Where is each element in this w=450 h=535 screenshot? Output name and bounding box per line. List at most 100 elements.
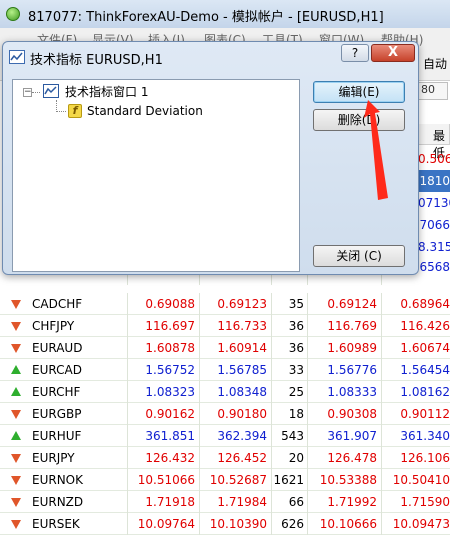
high-cell: 116.769 — [308, 315, 382, 337]
custom-indicator-icon: f — [68, 104, 82, 118]
high-cell: 1.56776 — [308, 359, 382, 381]
low-cell: 126.106 — [400, 451, 450, 465]
symbol-label: EURCHF — [32, 385, 81, 399]
arrow-down-icon — [11, 322, 21, 331]
table-row[interactable]: EURGBP 0.90162 0.90180 18 0.90308 0.90112 — [0, 403, 450, 425]
table-row[interactable]: EURCHF 1.08323 1.08348 25 1.08333 1.08162 — [0, 381, 450, 403]
symbol-cell: EURJPY — [0, 447, 128, 469]
symbol-label: EURCAD — [32, 363, 82, 377]
app-logo-icon — [6, 7, 20, 21]
symbol-cell: EURCHF — [0, 381, 128, 403]
high-cell: 1.60989 — [308, 337, 382, 359]
spread-cell: 20 — [272, 447, 308, 469]
arrow-up-icon — [11, 431, 21, 440]
low-cell: 1.71590 — [400, 495, 450, 509]
bid-cell: 1.56752 — [128, 359, 200, 381]
auto-trading-button[interactable]: 自动 — [423, 55, 447, 72]
tree-connector — [56, 111, 66, 112]
symbol-cell: EURCAD — [0, 359, 128, 381]
spread-cell: 626 — [272, 513, 308, 535]
low-cell: 116.426 — [400, 319, 450, 333]
arrow-down-icon — [11, 410, 21, 419]
symbol-cell-inner: EURAUD — [11, 337, 127, 359]
ask-cell: 1.56785 — [200, 359, 272, 381]
symbol-cell-inner: EURNZD — [11, 491, 127, 513]
low-cell: 1.08162 — [400, 385, 450, 399]
symbol-label: EURGBP — [32, 407, 82, 421]
bid-cell: 126.432 — [128, 447, 200, 469]
low-cell: 1.56454 — [400, 363, 450, 377]
high-cell: 1.08333 — [308, 381, 382, 403]
table-row[interactable]: EURNOK 10.51066 10.52687 1621 10.53388 10.504… — [0, 469, 450, 491]
zoom-field[interactable]: 80 — [418, 82, 448, 100]
high-cell: 0.69124 — [308, 293, 382, 315]
arrow-up-icon — [11, 365, 21, 374]
symbol-label: EURNOK — [32, 473, 83, 487]
high-cell: 126.478 — [308, 447, 382, 469]
annotation-arrow-icon — [364, 100, 388, 200]
table-row[interactable]: EURCAD 1.56752 1.56785 33 1.56776 1.56454 — [0, 359, 450, 381]
ask-cell: 10.52687 — [200, 469, 272, 491]
spread-cell: 18 — [272, 403, 308, 425]
bid-cell: 116.697 — [128, 315, 200, 337]
dialog-title: 技术指标 EURUSD,H1 — [30, 53, 163, 68]
arrow-down-icon — [11, 454, 21, 463]
table-row[interactable]: EURHUF 361.851 362.394 543 361.907 361.340 — [0, 425, 450, 447]
symbol-cell: CADCHF — [0, 293, 128, 315]
spread-cell: 36 — [272, 337, 308, 359]
symbol-cell-inner: EURHUF — [11, 425, 127, 447]
bid-cell: 10.51066 — [128, 469, 200, 491]
ask-cell: 116.733 — [200, 315, 272, 337]
spread-cell: 35 — [272, 293, 308, 315]
arrow-down-icon — [11, 498, 21, 507]
high-cell: 1.71992 — [308, 491, 382, 513]
symbol-label: CADCHF — [32, 297, 83, 311]
tree-node-standard-deviation[interactable]: Standard Deviation — [87, 104, 203, 118]
help-button[interactable]: ? — [341, 44, 369, 62]
symbol-label: CHFJPY — [32, 319, 75, 333]
window-title: 817077: ThinkForexAU-Demo - 模拟帐户 - [EURU… — [28, 10, 384, 25]
symbol-cell-inner: EURJPY — [11, 447, 127, 469]
symbol-cell: EURHUF — [0, 425, 128, 447]
arrow-down-icon — [11, 300, 21, 309]
spread-cell: 36 — [272, 315, 308, 337]
table-row[interactable]: EURAUD 1.60878 1.60914 36 1.60989 1.60674 — [0, 337, 450, 359]
bid-cell: 0.90162 — [128, 403, 200, 425]
spread-cell: 25 — [272, 381, 308, 403]
bid-cell: 10.09764 — [128, 513, 200, 535]
high-cell: 10.10666 — [308, 513, 382, 535]
table-row[interactable]: CADCHF 0.69088 0.69123 35 0.69124 0.68964 — [0, 293, 450, 315]
symbol-cell: EURGBP — [0, 403, 128, 425]
table-row[interactable]: EURJPY 126.432 126.452 20 126.478 126.106 — [0, 447, 450, 469]
tree-node-indicator-window[interactable]: 技术指标窗口 1 — [65, 83, 148, 100]
symbol-cell-inner: EURCAD — [11, 359, 127, 381]
bid-cell: 361.851 — [128, 425, 200, 447]
symbol-cell-inner: CHFJPY — [11, 315, 127, 337]
symbol-label: EURNZD — [32, 495, 84, 509]
collapse-icon[interactable]: − — [23, 88, 32, 97]
table-row[interactable]: EURSEK 10.09764 10.10390 626 10.10666 10.0947… — [0, 513, 450, 535]
spread-cell: 1621 — [272, 469, 308, 491]
ask-cell: 362.394 — [200, 425, 272, 447]
ask-cell: 0.90180 — [200, 403, 272, 425]
indicator-tree: − 技术指标窗口 1 f Standard Deviation — [12, 79, 300, 272]
low-cell: 0.90112 — [400, 407, 450, 421]
arrow-up-icon — [11, 387, 21, 396]
symbol-cell-inner: CADCHF — [11, 293, 127, 315]
symbol-cell: EURSEK — [0, 513, 128, 535]
close-button[interactable]: 关闭 (C) — [313, 245, 405, 267]
low-cell: 361.340 — [400, 429, 450, 443]
bid-cell: 1.08323 — [128, 381, 200, 403]
ask-cell: 1.60914 — [200, 337, 272, 359]
main-title-bar: 817077: ThinkForexAU-Demo - 模拟帐户 - [EURU… — [0, 0, 450, 29]
table-row[interactable]: EURNZD 1.71918 1.71984 66 1.71992 1.71590 — [0, 491, 450, 513]
bid-cell: 0.69088 — [128, 293, 200, 315]
tree-connector — [32, 92, 40, 93]
close-window-button[interactable]: X — [371, 44, 415, 62]
symbol-cell-inner: EURSEK — [11, 513, 127, 535]
table-row[interactable]: CHFJPY 116.697 116.733 36 116.769 116.426 — [0, 315, 450, 337]
symbol-cell: EURNOK — [0, 469, 128, 491]
ask-cell: 126.452 — [200, 447, 272, 469]
symbol-label: EURAUD — [32, 341, 83, 355]
low-cell: 10.09473 — [392, 517, 450, 531]
